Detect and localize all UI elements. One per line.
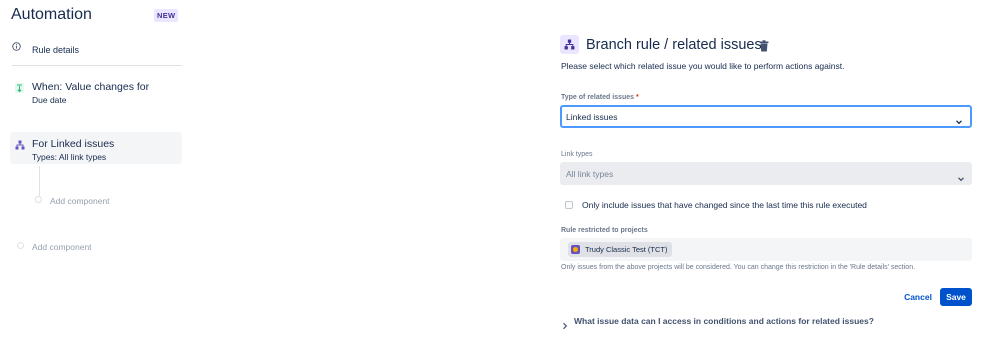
panel-description: Please select which related issue you wo…	[561, 61, 845, 71]
app-title: Automation	[11, 6, 92, 23]
trigger-icon	[15, 80, 24, 93]
rule-details-label: Rule details	[32, 45, 80, 55]
project-avatar	[571, 245, 580, 254]
branch-title: For Linked issues	[32, 138, 115, 150]
project-name: Trudy Classic Test (TCT)	[585, 245, 668, 254]
trigger-title: When: Value changes for	[32, 81, 150, 93]
project-tag: Trudy Classic Test (TCT)	[568, 242, 672, 257]
trigger-subtitle: Due date	[32, 95, 67, 105]
type-field-label-text: Type of related issues	[561, 94, 635, 101]
chevron-right-icon	[562, 317, 568, 330]
changed-issues-option[interactable]: Only include issues that have changed si…	[565, 199, 867, 211]
branch-subtitle: Types: All link types	[32, 152, 107, 162]
new-badge: NEW	[154, 9, 179, 22]
chevron-down-icon	[957, 170, 965, 182]
add-component-dot	[17, 242, 24, 249]
projects-field: Trudy Classic Test (TCT)	[560, 238, 972, 261]
branch-header-icon	[560, 35, 579, 54]
panel-title: Branch rule / related issues	[586, 37, 762, 53]
rule-sidebar: Automation NEW Rule details When: Value …	[0, 0, 190, 350]
type-field-label: Type of related issues *	[561, 94, 639, 101]
cancel-button[interactable]: Cancel	[901, 288, 935, 306]
changed-issues-checkbox-label: Only include issues that have changed si…	[582, 200, 867, 210]
branch-connector-line	[39, 166, 40, 196]
trigger-component[interactable]: When: Value changes for Due date	[12, 78, 182, 110]
add-component-link[interactable]: Add component	[32, 242, 92, 252]
related-issues-faq-toggle[interactable]: What issue data can I access in conditio…	[562, 315, 874, 330]
branch-config-panel: Branch rule / related issues Please sele…	[560, 0, 980, 350]
branch-icon	[15, 137, 25, 150]
branch-component[interactable]: For Linked issues Types: All link types	[10, 132, 182, 164]
add-component-dot	[35, 196, 42, 203]
save-button[interactable]: Save	[940, 288, 972, 306]
faq-text: What issue data can I access in conditio…	[574, 316, 874, 326]
projects-note: Only issues from the above projects will…	[561, 264, 916, 271]
type-select-value: Linked issues	[566, 112, 618, 122]
projects-field-label: Rule restricted to projects	[561, 227, 648, 234]
trash-icon[interactable]	[759, 39, 769, 52]
add-component-nested-link[interactable]: Add component	[50, 196, 110, 206]
link-types-label: Link types	[561, 151, 593, 158]
required-mark: *	[635, 94, 639, 101]
chevron-down-icon	[955, 113, 963, 125]
link-types-select[interactable]: All link types	[560, 162, 972, 185]
info-icon	[12, 42, 25, 53]
rule-details-item[interactable]: Rule details	[12, 40, 182, 66]
changed-issues-checkbox[interactable]	[565, 201, 573, 209]
link-types-placeholder: All link types	[566, 169, 614, 179]
type-of-related-issues-select[interactable]: Linked issues	[560, 105, 972, 128]
